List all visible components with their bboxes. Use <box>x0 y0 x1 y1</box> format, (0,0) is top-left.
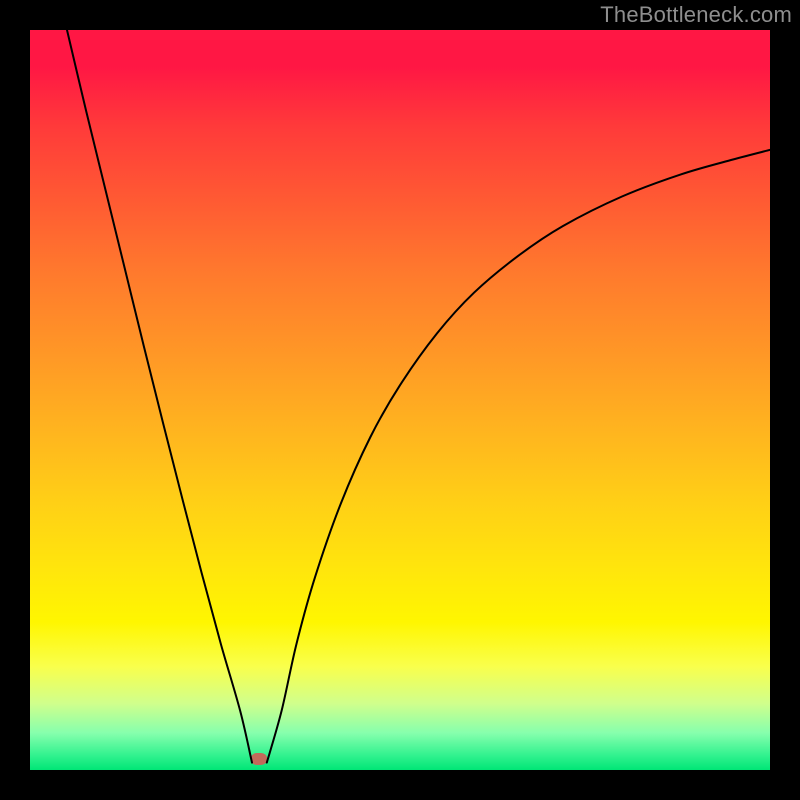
chart-frame: TheBottleneck.com <box>0 0 800 800</box>
watermark-label: TheBottleneck.com <box>600 2 792 28</box>
curve-right-branch <box>267 150 770 763</box>
curve-left-branch <box>67 30 252 763</box>
plot-area <box>30 30 770 770</box>
curve-layer <box>30 30 770 770</box>
